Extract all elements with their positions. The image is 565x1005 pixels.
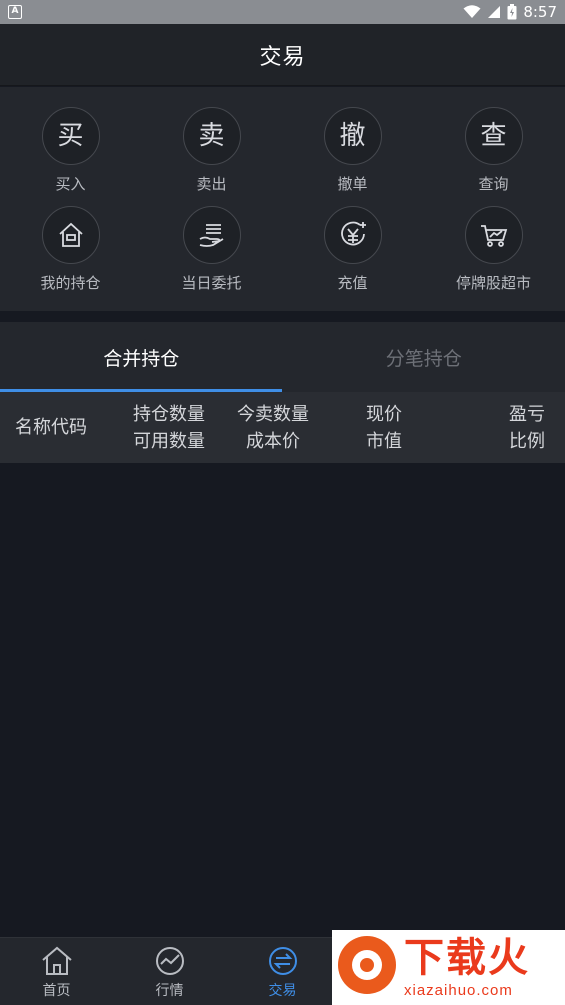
buy-label: 买入: [55, 175, 86, 193]
status-bar: A 8:57: [0, 0, 565, 24]
action-grid: 买 买入 卖 卖出 撤 撤单 查 查询 我的持仓 当日委托 充值 停牌股超市: [0, 87, 565, 311]
yuan-coin-icon: [340, 221, 366, 246]
position-tabs: 合并持仓 分笔持仓: [0, 322, 565, 392]
watermark-logo-icon: [338, 936, 396, 994]
query-icon: 查: [464, 107, 523, 165]
cell-signal-icon: [488, 6, 501, 18]
cancel-order-icon: 撤: [323, 107, 382, 165]
column-quantity: 持仓数量 可用数量: [133, 403, 205, 452]
column-profit-ratio: 盈亏 比例: [509, 403, 545, 452]
sell-icon: 卖: [182, 107, 241, 165]
positions-table-header: 名称代码 持仓数量 可用数量 今卖数量 成本价 现价 市值 盈亏 比例: [0, 392, 565, 463]
query-label: 查询: [478, 175, 509, 193]
today-orders-button[interactable]: 当日委托: [141, 206, 282, 306]
watermark-title: 下载火: [404, 935, 530, 981]
status-time: 8:57: [523, 3, 557, 21]
home-icon: [41, 946, 72, 975]
buy-icon: 买: [41, 107, 100, 165]
nav-home[interactable]: 首页: [0, 938, 113, 1005]
recharge-label: 充值: [337, 274, 368, 292]
header: 交易: [0, 24, 565, 86]
my-positions-label: 我的持仓: [40, 274, 101, 292]
today-orders-label: 当日委托: [181, 274, 242, 292]
tab-merged-positions[interactable]: 合并持仓: [0, 322, 283, 392]
column-sell-cost: 今卖数量 成本价: [237, 403, 309, 452]
nav-trade[interactable]: 交易: [226, 938, 339, 1005]
hand-list-icon: [199, 224, 223, 247]
app-notification-icon: A: [8, 5, 22, 19]
column-price-value: 现价 市值: [366, 403, 402, 452]
battery-icon: [507, 4, 517, 20]
nav-market[interactable]: 行情: [113, 938, 226, 1005]
tab-split-positions[interactable]: 分笔持仓: [283, 322, 565, 392]
house-icon: [58, 222, 83, 247]
suspended-stock-market-label: 停牌股超市: [455, 274, 531, 292]
sell-label: 卖出: [196, 175, 227, 193]
recharge-button[interactable]: 充值: [282, 206, 423, 306]
column-name-code: 名称代码: [15, 417, 87, 438]
cancel-order-label: 撤单: [337, 175, 368, 193]
shopping-cart-icon: [480, 225, 507, 247]
cancel-order-button[interactable]: 撤 撤单: [282, 107, 423, 207]
sell-button[interactable]: 卖 卖出: [141, 107, 282, 207]
query-button[interactable]: 查 查询: [423, 107, 564, 207]
page-title: 交易: [259, 44, 306, 70]
buy-button[interactable]: 买 买入: [0, 107, 141, 207]
my-positions-button[interactable]: 我的持仓: [0, 206, 141, 306]
watermark-subtitle: xiazaihuo.com: [404, 982, 513, 999]
suspended-stock-market-button[interactable]: 停牌股超市: [423, 206, 564, 306]
positions-list: [0, 463, 565, 937]
wifi-icon: [463, 5, 481, 18]
watermark: 下载火 xiazaihuo.com: [332, 930, 565, 1005]
chart-circle-icon: [155, 946, 184, 975]
exchange-icon: [268, 946, 297, 975]
